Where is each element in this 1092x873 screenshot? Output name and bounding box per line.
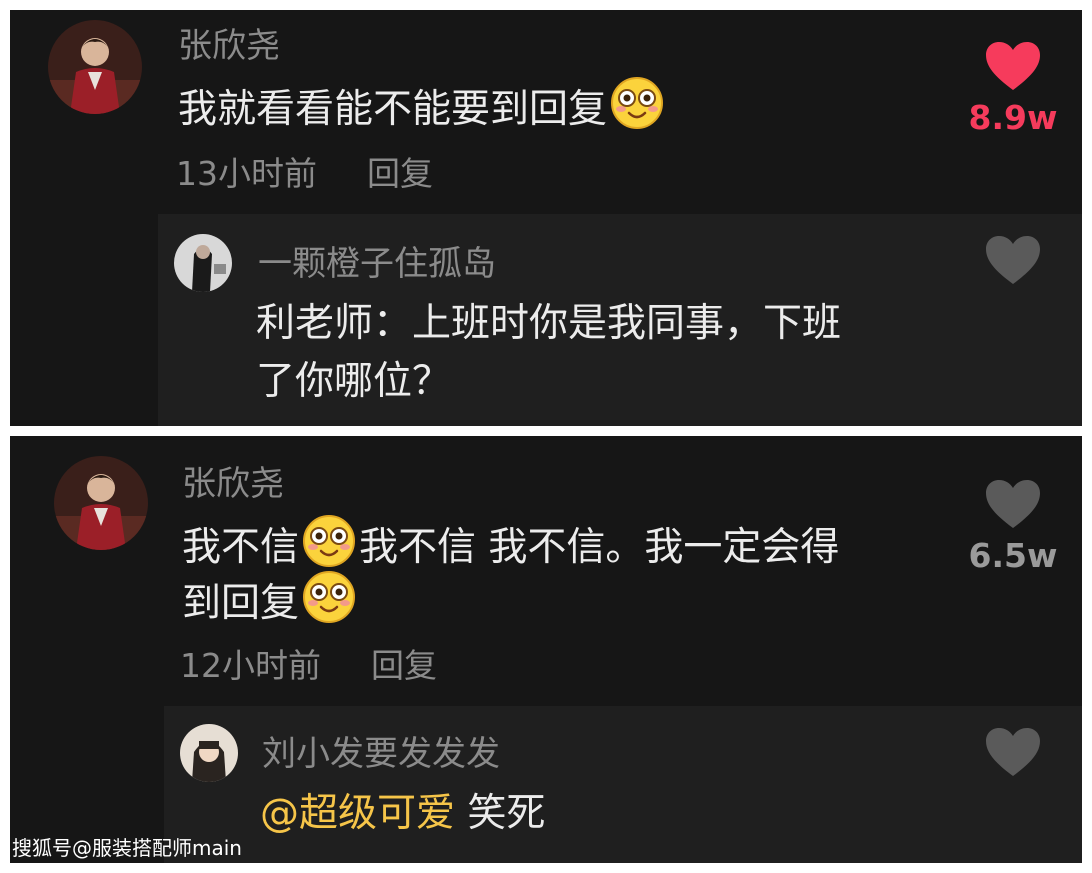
comment-username[interactable]: 张欣尧 bbox=[182, 464, 284, 504]
comment-text-segment: 我不信 我不信。我一定会得 bbox=[359, 525, 840, 570]
avatar[interactable] bbox=[48, 20, 142, 114]
reply-text: @超级可爱 笑死 bbox=[260, 786, 545, 842]
mention-link[interactable]: @超级可爱 bbox=[260, 791, 455, 836]
blush-emoji-icon bbox=[302, 570, 356, 640]
reply-box: 刘小发要发发发 @超级可爱 笑死 bbox=[164, 706, 1082, 863]
heart-outline-icon bbox=[986, 236, 1040, 284]
reply-like-button[interactable] bbox=[984, 726, 1042, 782]
comment-meta: 12小时前 回复 bbox=[180, 646, 437, 686]
like-button[interactable]: 8.9w bbox=[958, 40, 1068, 138]
reply-username[interactable]: 刘小发要发发发 bbox=[262, 734, 500, 774]
comment-panel-2: 张欣尧 我不信 我不信 我不信。我一定会得 到回复 12小时前 回复 6.5w 刘… bbox=[10, 436, 1082, 863]
comment-text-segment: 我不信 bbox=[182, 525, 300, 570]
reply-avatar[interactable] bbox=[174, 234, 232, 292]
reply-text-content: 笑死 bbox=[455, 791, 546, 836]
comment-text-segment: 到回复 bbox=[182, 581, 300, 626]
reply-avatar[interactable] bbox=[180, 724, 238, 782]
reply-text-line-1: 利老师：上班时你是我同事，下班 bbox=[256, 301, 842, 346]
like-count: 8.9w bbox=[968, 98, 1058, 137]
watermark: 搜狐号@服装搭配师main bbox=[12, 836, 242, 860]
avatar[interactable] bbox=[54, 456, 148, 550]
comment-panel-1: 张欣尧 我就看看能不能要到回复 13小时前 回复 8.9w 一颗橙子住孤岛 利老师… bbox=[10, 10, 1082, 426]
reply-text-line-2: 了你哪位？ bbox=[256, 359, 452, 404]
comment-text: 我就看看能不能要到回复 bbox=[178, 76, 667, 146]
comment-time: 12小时前 bbox=[180, 646, 321, 685]
comment-time: 13小时前 bbox=[176, 154, 317, 193]
like-button[interactable]: 6.5w bbox=[958, 478, 1068, 576]
reply-like-button[interactable] bbox=[984, 234, 1042, 290]
blush-emoji-icon bbox=[610, 76, 664, 146]
comment-meta: 13小时前 回复 bbox=[176, 154, 433, 194]
heart-outline-icon bbox=[986, 728, 1040, 776]
heart-outline-icon bbox=[986, 480, 1040, 528]
reply-username[interactable]: 一颗橙子住孤岛 bbox=[258, 244, 496, 284]
heart-filled-icon bbox=[986, 42, 1040, 90]
reply-button[interactable]: 回复 bbox=[371, 646, 437, 685]
comment-username[interactable]: 张欣尧 bbox=[178, 26, 280, 66]
comment-text-content: 我就看看能不能要到回复 bbox=[178, 87, 608, 132]
comment-text-line-2: 到回复 bbox=[182, 570, 359, 640]
reply-box: 一颗橙子住孤岛 利老师：上班时你是我同事，下班 了你哪位？ bbox=[158, 214, 1082, 426]
reply-button[interactable]: 回复 bbox=[367, 154, 433, 193]
like-count: 6.5w bbox=[968, 536, 1058, 575]
